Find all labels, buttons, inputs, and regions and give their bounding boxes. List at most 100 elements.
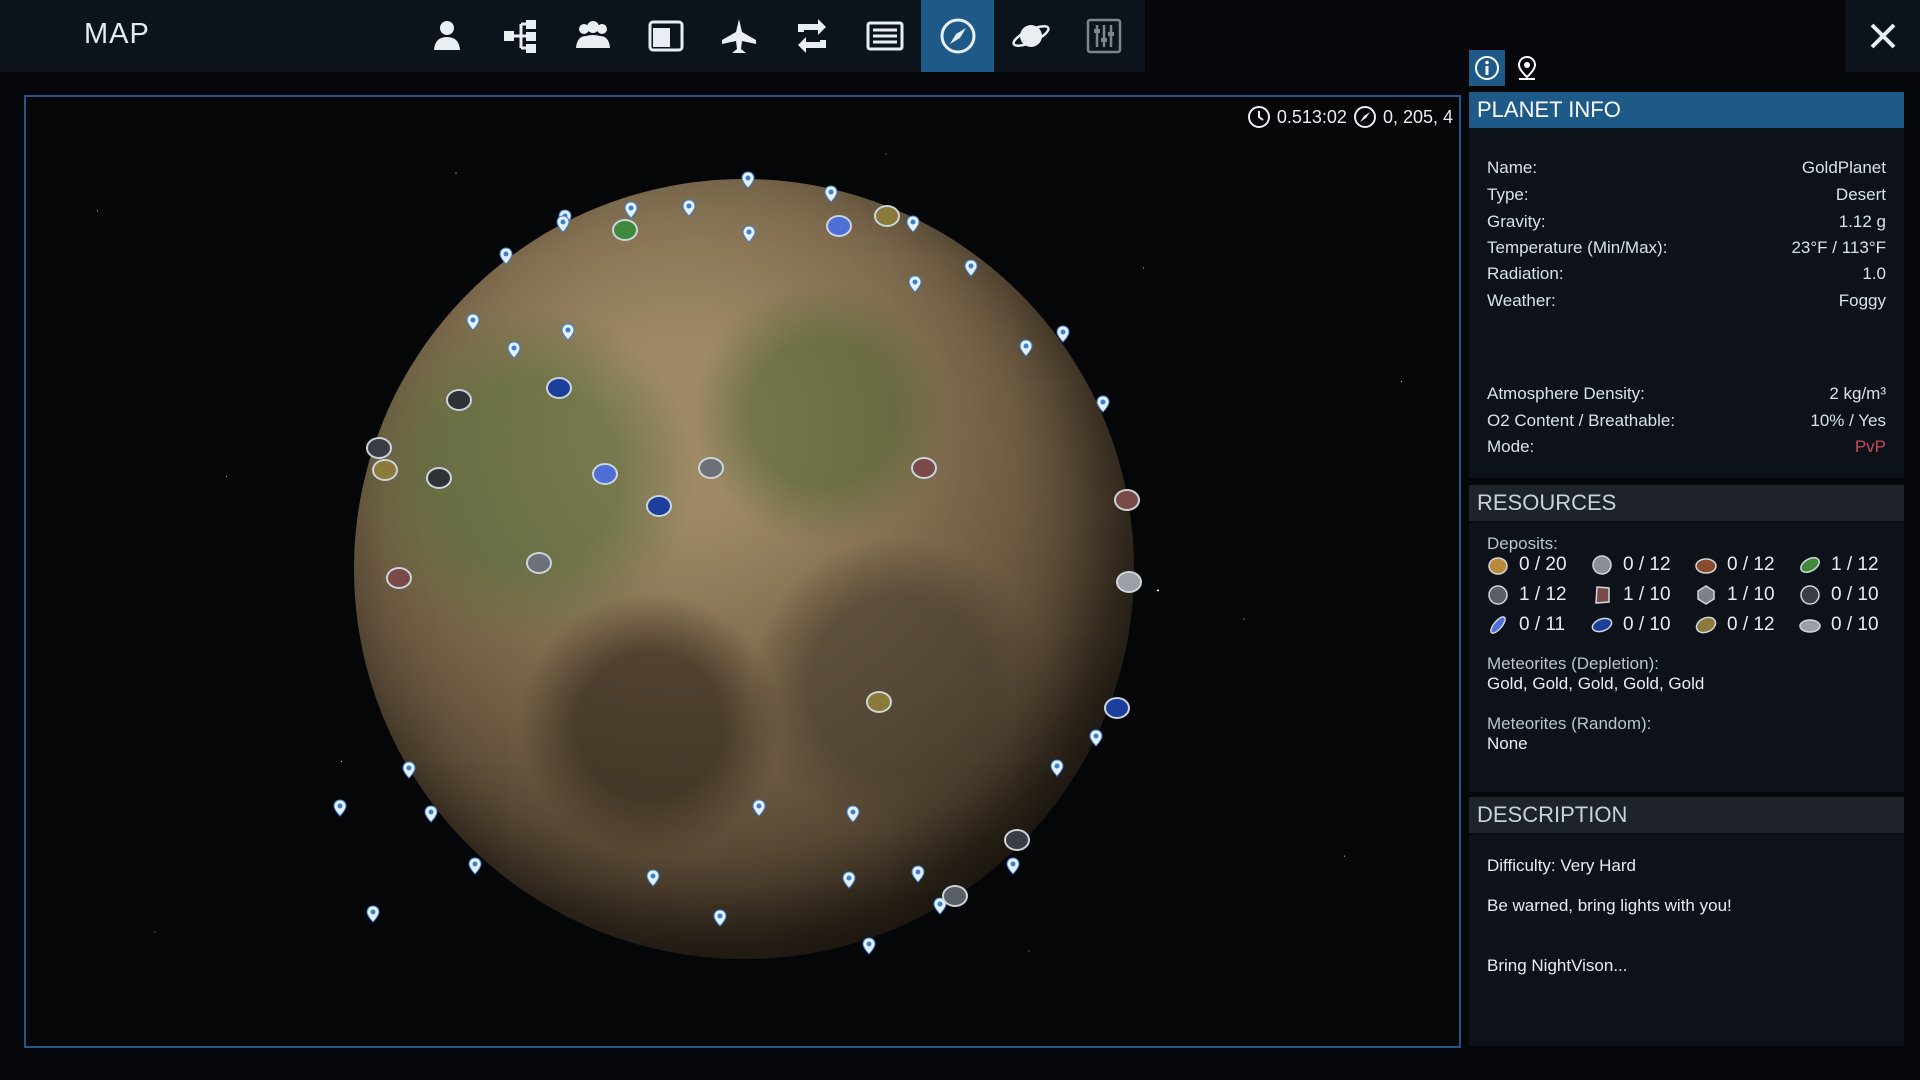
ship-icon	[721, 19, 756, 53]
clock-icon	[1247, 106, 1270, 128]
map-pin-icon[interactable]	[402, 761, 416, 779]
map-pin-icon[interactable]	[468, 857, 482, 875]
deposit-marker[interactable]	[426, 467, 452, 489]
faction-icon	[575, 21, 610, 48]
window-icon	[648, 20, 683, 52]
map-pin-icon[interactable]	[742, 225, 756, 243]
info-row-temperature: Temperature (Min/Max): 23°F / 113°F	[1487, 238, 1886, 258]
player-icon	[433, 21, 460, 50]
info-value: 10% / Yes	[1810, 411, 1886, 430]
map-pin-icon[interactable]	[646, 869, 660, 887]
map-pin-icon[interactable]	[842, 871, 856, 889]
iron-ore-icon	[1592, 555, 1612, 575]
game-time: 0.513:02	[1276, 106, 1347, 127]
tab-settings[interactable]	[1067, 0, 1140, 72]
map-pin-icon[interactable]	[682, 199, 696, 217]
map-pin-icon[interactable]	[862, 937, 876, 955]
map-pin-icon[interactable]	[964, 259, 978, 277]
info-label: Radiation:	[1487, 264, 1564, 283]
map-pin-icon[interactable]	[1019, 339, 1033, 357]
tab-planet[interactable]	[994, 0, 1067, 72]
deposit-marker[interactable]	[866, 691, 892, 713]
deposit-count: 1 / 10	[1623, 584, 1671, 605]
player-coordinates: 0, 205, 4	[1382, 106, 1453, 127]
info-row-atmosphere: Atmosphere Density: 2 kg/m³	[1487, 384, 1886, 404]
tab-map[interactable]	[921, 0, 994, 72]
deposit-count: 1 / 12	[1519, 584, 1567, 605]
deposit-marker[interactable]	[612, 219, 638, 241]
map-pin-icon[interactable]	[1056, 325, 1070, 343]
map-pin-icon[interactable]	[366, 905, 380, 923]
copper-ore-icon	[1695, 558, 1717, 574]
deposit-marker[interactable]	[592, 463, 618, 485]
map-pin-icon[interactable]	[1050, 759, 1064, 777]
deposit-marker[interactable]	[546, 377, 572, 399]
tab-player[interactable]	[410, 0, 483, 72]
deposit-magnesium: 1 / 10	[1591, 584, 1695, 606]
planet-map-viewport[interactable]: 0.513:02 0, 205, 4	[24, 95, 1461, 1048]
tab-faction[interactable]	[556, 0, 629, 72]
deposit-marker[interactable]	[446, 389, 472, 411]
deposit-marker[interactable]	[366, 437, 392, 459]
map-pin-icon[interactable]	[507, 341, 521, 359]
deposit-marker[interactable]	[698, 457, 724, 479]
description-header: DESCRIPTION	[1469, 797, 1904, 833]
deposit-count: 0 / 12	[1623, 554, 1671, 575]
deposit-marker[interactable]	[1114, 489, 1140, 511]
tab-list[interactable]	[848, 0, 921, 72]
planet-icon	[1011, 25, 1050, 47]
map-pin-icon[interactable]	[1089, 729, 1103, 747]
compass-icon	[940, 18, 975, 54]
tab-ship[interactable]	[702, 0, 775, 72]
map-pin-icon[interactable]	[1006, 857, 1020, 875]
map-pin-icon[interactable]	[846, 805, 860, 823]
deposit-count: 0 / 11	[1519, 614, 1566, 635]
map-pin-icon[interactable]	[561, 323, 575, 341]
hierarchy-icon	[503, 20, 536, 53]
deposit-marker[interactable]	[1116, 571, 1142, 593]
deposit-marker[interactable]	[826, 215, 852, 237]
deposit-marker[interactable]	[646, 495, 672, 517]
map-pin-icon[interactable]	[466, 313, 480, 331]
deposit-marker[interactable]	[526, 552, 552, 574]
map-pin-icon[interactable]	[624, 201, 638, 219]
zascosium-ore-icon	[1591, 617, 1613, 633]
deposit-marker[interactable]	[911, 457, 937, 479]
meteorites-depletion-value: Gold, Gold, Gold, Gold, Gold	[1487, 674, 1705, 693]
tab-window[interactable]	[629, 0, 702, 72]
map-pin-icon[interactable]	[556, 215, 570, 233]
deposit-count: 0 / 10	[1831, 584, 1879, 605]
magnesium-ore-icon	[1595, 586, 1610, 604]
deposit-zascosium: 0 / 10	[1591, 614, 1695, 636]
map-pin-icon[interactable]	[424, 805, 438, 823]
info-value: 1.0	[1862, 264, 1886, 283]
erestrum-ore-icon	[1490, 616, 1506, 634]
deposit-neodymium: 0 / 10	[1799, 584, 1903, 606]
tab-planet-info[interactable]	[1469, 50, 1505, 86]
map-pin-icon[interactable]	[713, 909, 727, 927]
map-pin-icon[interactable]	[1096, 395, 1110, 413]
map-pin-icon[interactable]	[741, 171, 755, 189]
description-line: Be warned, bring lights with you!	[1487, 896, 1732, 915]
map-pin-icon[interactable]	[908, 275, 922, 293]
deposit-marker[interactable]	[1004, 829, 1030, 851]
cobalt-ore-icon	[1488, 585, 1508, 605]
deposit-marker[interactable]	[1104, 697, 1130, 719]
map-pin-icon[interactable]	[911, 865, 925, 883]
deposit-marker[interactable]	[372, 459, 398, 481]
map-pin-icon[interactable]	[752, 799, 766, 817]
deposit-marker[interactable]	[386, 567, 412, 589]
tab-exchange[interactable]	[775, 0, 848, 72]
map-pin-icon[interactable]	[333, 799, 347, 817]
close-button[interactable]	[1845, 0, 1920, 72]
deposit-count: 1 / 12	[1831, 554, 1879, 575]
info-label: Weather:	[1487, 291, 1556, 310]
deposit-marker[interactable]	[942, 885, 968, 907]
map-pin-icon[interactable]	[824, 185, 838, 203]
map-pin-icon[interactable]	[906, 215, 920, 233]
planet-info-header: PLANET INFO	[1469, 92, 1904, 128]
tab-structure[interactable]	[483, 0, 556, 72]
tab-poi[interactable]	[1509, 50, 1545, 86]
deposit-marker[interactable]	[874, 205, 900, 227]
map-pin-icon[interactable]	[499, 247, 513, 265]
